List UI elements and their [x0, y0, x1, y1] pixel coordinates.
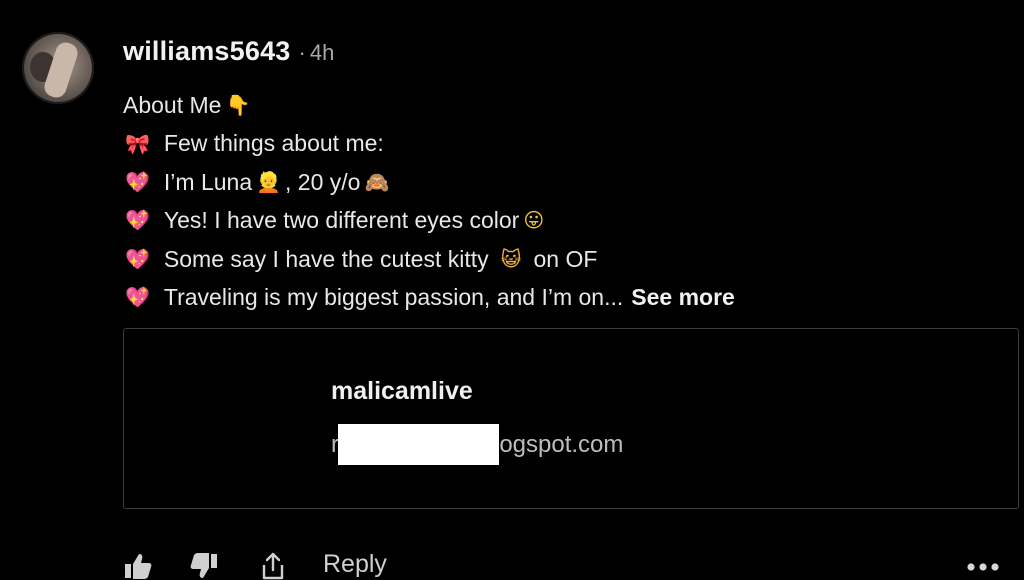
- post-line: 💖 I’m Luna 👱 , 20 y/o 🙈: [123, 163, 735, 201]
- post-line-text: I’m Luna: [163, 168, 253, 195]
- post-line: 💖 Traveling is my biggest passion, and I…: [123, 278, 735, 316]
- post-line: About Me 👇: [123, 86, 735, 124]
- link-preview-title: malicamlive: [331, 377, 473, 405]
- blonde-woman-icon: 👱: [256, 169, 282, 194]
- cat-face-icon: 😺: [500, 246, 522, 271]
- sparkling-heart-icon: 💖: [125, 246, 150, 271]
- see-no-evil-monkey-icon: 🙈: [364, 169, 390, 194]
- post-line-text: Traveling is my biggest passion, and I’m…: [163, 283, 624, 310]
- more-options-icon[interactable]: [965, 560, 1005, 574]
- post-line: 💖 Some say I have the cutest kitty 😺 on …: [123, 240, 735, 278]
- post-line-text: About Me: [123, 92, 222, 118]
- post-line-text: , 20 y/o: [285, 168, 361, 195]
- separator-dot: ·: [298, 40, 306, 65]
- post-line-text: Some say I have the cutest kitty: [163, 245, 489, 272]
- post-line-text: Few things about me:: [163, 130, 384, 157]
- link-preview-card[interactable]: malicamlive r logspot.com: [123, 328, 1019, 509]
- reply-button[interactable]: Reply: [323, 550, 387, 579]
- comment-header: williams5643 · 4h: [123, 36, 334, 72]
- avatar[interactable]: [22, 32, 94, 104]
- post-line-text: on OF: [533, 245, 598, 272]
- comment-body: About Me 👇 🎀 Few things about me: 💖 I’m …: [123, 86, 735, 316]
- timestamp[interactable]: 4h: [310, 40, 334, 66]
- hand-pointing-down-icon: 👇: [225, 93, 251, 118]
- post-line-text: Yes! I have two different eyes color: [163, 207, 520, 234]
- username[interactable]: williams5643: [123, 36, 291, 67]
- comment-actions: Reply: [123, 548, 1013, 580]
- sparkling-heart-icon: 💖: [125, 169, 150, 194]
- link-preview-url-suffix: logspot.com: [494, 431, 624, 458]
- redaction-box: [338, 424, 499, 465]
- post-line: 💖 Yes! I have two different eyes color 😛: [123, 201, 735, 239]
- see-more-link[interactable]: See more: [631, 278, 735, 316]
- tongue-face-icon: 😛: [523, 208, 545, 233]
- ribbon-bow-icon: 🎀: [125, 131, 150, 156]
- post-line: 🎀 Few things about me:: [123, 124, 735, 162]
- sparkling-heart-icon: 💖: [125, 208, 150, 233]
- sparkling-heart-icon: 💖: [125, 285, 150, 310]
